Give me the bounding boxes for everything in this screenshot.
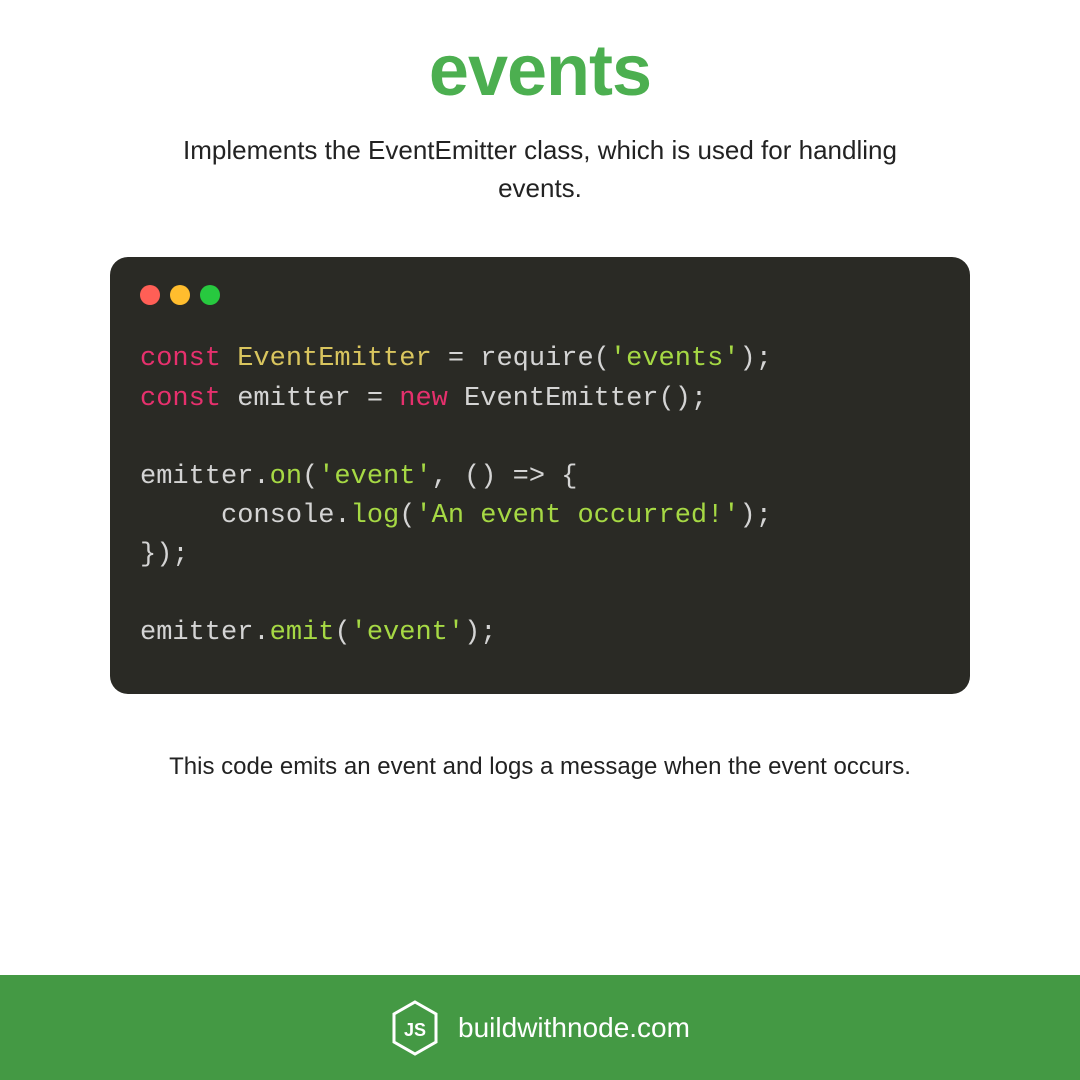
code-token: 'event' (351, 618, 464, 648)
code-token: log (351, 501, 400, 531)
footer-url: buildwithnode.com (458, 1012, 690, 1044)
nodejs-logo-icon: JS (390, 1000, 440, 1056)
code-token: new (399, 384, 448, 414)
code-token: = require( (432, 344, 610, 374)
svg-text:JS: JS (404, 1020, 426, 1040)
code-snippet: const EventEmitter = require('events'); … (140, 340, 940, 653)
code-token: on (270, 462, 302, 492)
caption-text: This code emits an event and logs a mess… (169, 749, 911, 785)
code-token: ( (334, 618, 350, 648)
code-token: EventEmitter(); (448, 384, 707, 414)
minimize-icon (170, 285, 190, 305)
code-token: emit (270, 618, 335, 648)
code-token: console. (140, 501, 351, 531)
footer: JS buildwithnode.com (0, 975, 1080, 1080)
code-token: ); (740, 501, 772, 531)
code-token: ); (740, 344, 772, 374)
code-token: ); (464, 618, 496, 648)
maximize-icon (200, 285, 220, 305)
window-controls (140, 285, 940, 305)
code-token: emitter. (140, 462, 270, 492)
code-token: const (140, 344, 221, 374)
code-token: emitter = (221, 384, 399, 414)
code-token: , () => { (432, 462, 578, 492)
code-token: ( (399, 501, 415, 531)
code-token: 'An event occurred!' (415, 501, 739, 531)
code-block: const EventEmitter = require('events'); … (110, 257, 970, 693)
page-title: events (429, 30, 651, 112)
code-token: 'event' (318, 462, 431, 492)
code-token: emitter. (140, 618, 270, 648)
code-token: }); (140, 540, 189, 570)
code-token: EventEmitter (237, 344, 431, 374)
close-icon (140, 285, 160, 305)
code-token: ( (302, 462, 318, 492)
code-token: const (140, 384, 221, 414)
description-text: Implements the EventEmitter class, which… (150, 132, 930, 207)
code-token: 'events' (610, 344, 740, 374)
